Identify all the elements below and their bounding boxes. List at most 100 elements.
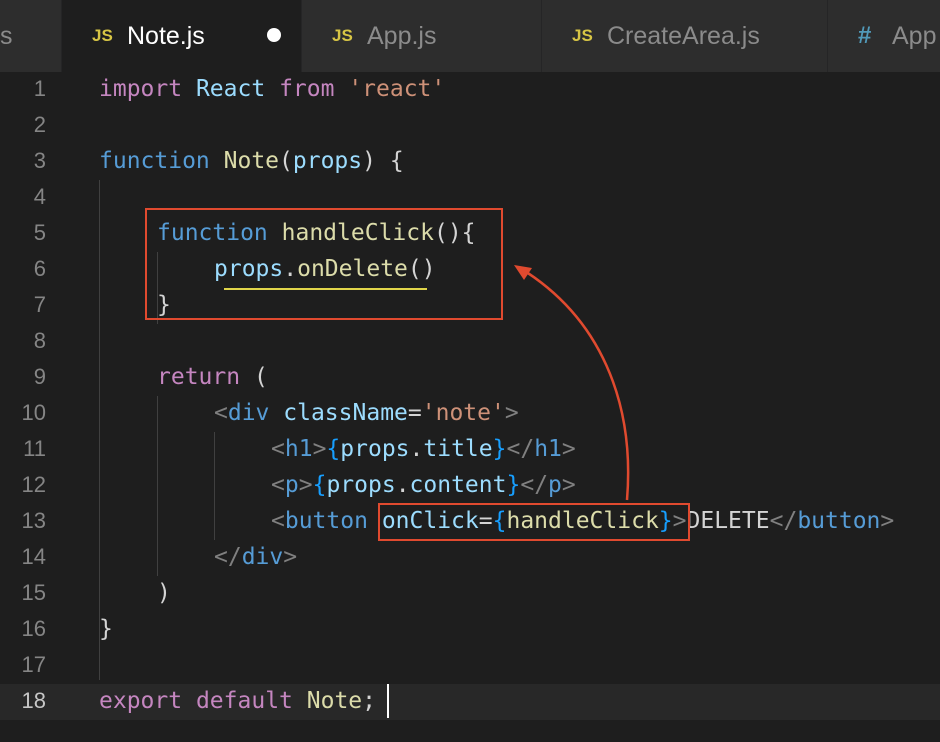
- punctuation: ): [157, 580, 171, 606]
- text-cursor: [387, 684, 389, 718]
- line-number: 7: [33, 292, 46, 317]
- tag-bracket: </: [769, 508, 798, 534]
- line-number: 9: [33, 364, 46, 389]
- tag-bracket: >: [312, 436, 327, 462]
- property: title: [423, 436, 493, 462]
- tab-label: s: [0, 22, 13, 50]
- code-line[interactable]: 12 <p>{props.content}</p>: [0, 468, 940, 504]
- tab-createarea-js[interactable]: JS CreateArea.js: [542, 0, 828, 72]
- code-line[interactable]: 9 return (: [0, 360, 940, 396]
- code-line[interactable]: 2: [0, 108, 940, 144]
- line-number: 16: [21, 616, 46, 641]
- line-number: 6: [33, 256, 46, 281]
- line-number: 13: [21, 508, 46, 533]
- string-literal: 'react': [348, 76, 446, 102]
- tab-note-js[interactable]: JS Note.js: [62, 0, 302, 72]
- identifier: props: [340, 436, 410, 462]
- tag-name: button: [797, 508, 881, 534]
- code-line[interactable]: 3 function Note(props) {: [0, 144, 940, 180]
- code-text: export default Note;: [99, 686, 376, 716]
- line-number: 3: [33, 148, 46, 173]
- parameter: props: [292, 148, 363, 174]
- tag-bracket: </: [520, 472, 549, 498]
- punctuation: (: [240, 364, 268, 390]
- attribute-name: className: [283, 400, 408, 426]
- code-text: </div>: [214, 542, 297, 572]
- annotation-box-onclick-attribute: [378, 503, 690, 541]
- string-literal: 'note': [421, 400, 505, 426]
- line-number: 8: [33, 328, 46, 353]
- tag-bracket: </: [506, 436, 535, 462]
- code-line[interactable]: 15 ): [0, 576, 940, 612]
- keyword: export: [99, 688, 183, 714]
- brace: }: [506, 472, 521, 498]
- keyword: function: [99, 148, 210, 174]
- code-line[interactable]: 16 }: [0, 612, 940, 648]
- tag-bracket: >: [283, 544, 298, 570]
- line-number: 14: [21, 544, 46, 569]
- unsaved-dot-icon[interactable]: [267, 28, 281, 42]
- tag-name: h1: [534, 436, 562, 462]
- identifier: Note: [306, 688, 363, 714]
- punctuation: (: [279, 148, 293, 174]
- tag-name: button: [284, 508, 368, 534]
- code-line[interactable]: 14 </div>: [0, 540, 940, 576]
- editor-tab-bar: s JS Note.js JS App.js JS CreateArea.js …: [0, 0, 940, 72]
- tab-app-css[interactable]: # App: [828, 0, 940, 72]
- line-number: 10: [21, 400, 46, 425]
- tag-bracket: >: [880, 508, 895, 534]
- tab-label: App.js: [367, 22, 437, 50]
- js-file-icon: JS: [572, 26, 593, 45]
- keyword: import: [99, 76, 183, 102]
- brace: {: [312, 472, 327, 498]
- tag-bracket: </: [214, 544, 242, 570]
- code-text: ): [157, 578, 171, 608]
- code-line[interactable]: 11 <h1>{props.title}</h1>: [0, 432, 940, 468]
- identifier: React: [195, 76, 266, 102]
- line-number: 5: [33, 220, 46, 245]
- tab-label: Note.js: [127, 22, 205, 50]
- line-number: 15: [21, 580, 46, 605]
- line-number: 18: [21, 688, 46, 713]
- punctuation: .: [409, 436, 424, 462]
- punctuation: .: [395, 472, 410, 498]
- css-file-icon: #: [858, 22, 872, 49]
- tag-bracket: <: [271, 508, 285, 534]
- tag-bracket: >: [561, 436, 576, 462]
- tab-app-js[interactable]: JS App.js: [302, 0, 542, 72]
- tag-name: h1: [284, 436, 313, 462]
- identifier: props: [326, 472, 396, 498]
- tag-bracket: <: [271, 472, 285, 498]
- keyword: from: [279, 76, 335, 102]
- keyword: default: [195, 688, 293, 714]
- annotation-box-handleclick-function: [145, 208, 503, 320]
- tag-bracket: <: [214, 400, 228, 426]
- code-line[interactable]: 10 <div className='note'>: [0, 396, 940, 432]
- js-file-icon: JS: [332, 26, 353, 45]
- tag-name: div: [227, 400, 270, 426]
- punctuation: }: [99, 616, 113, 642]
- code-text: }: [99, 614, 113, 644]
- code-text: return (: [157, 362, 268, 392]
- property: content: [409, 472, 507, 498]
- line-number: 12: [21, 472, 46, 497]
- code-line-current[interactable]: 18 export default Note;: [0, 684, 940, 720]
- tab-partial-left[interactable]: s: [0, 0, 62, 72]
- line-number: 1: [33, 76, 46, 101]
- function-name: Note: [223, 148, 280, 174]
- brace: }: [492, 436, 507, 462]
- tab-label: App: [892, 22, 937, 50]
- punctuation: ;: [362, 688, 376, 714]
- code-line[interactable]: 8: [0, 324, 940, 360]
- tag-bracket: >: [504, 400, 519, 426]
- code-line[interactable]: 17: [0, 648, 940, 684]
- tag-bracket: <: [271, 436, 285, 462]
- jsx-text: DELETE: [686, 508, 770, 534]
- code-line[interactable]: 1 import React from 'react': [0, 72, 940, 108]
- js-file-icon: JS: [92, 26, 113, 45]
- code-editor[interactable]: 1 import React from 'react' 2 3 function…: [0, 72, 940, 742]
- punctuation: =: [407, 400, 422, 426]
- brace: {: [326, 436, 341, 462]
- tag-name: p: [284, 472, 299, 498]
- tag-name: div: [241, 544, 284, 570]
